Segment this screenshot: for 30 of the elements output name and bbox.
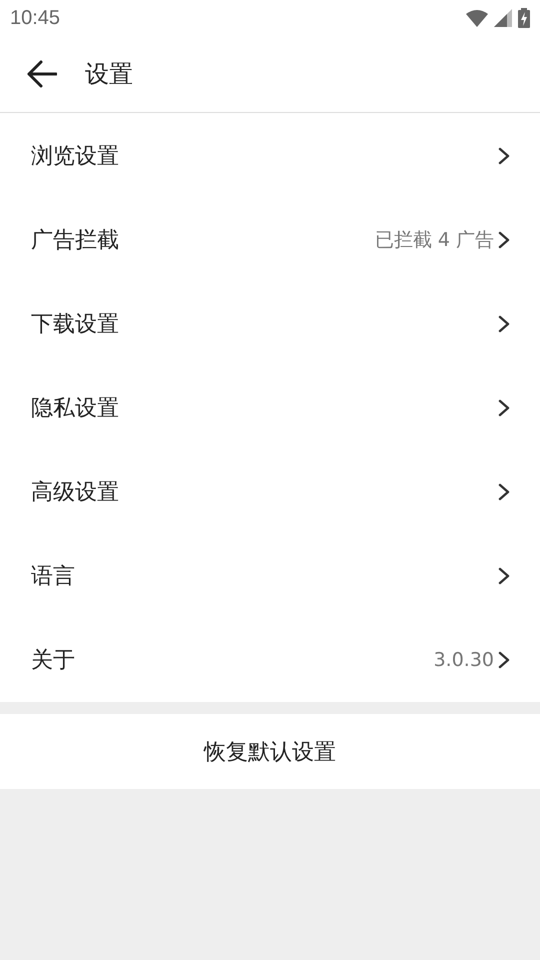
settings-row[interactable]: 广告拦截 已拦截 4 广告 (0, 198, 540, 282)
settings-row[interactable]: 高级设置 (0, 450, 540, 534)
settings-row[interactable]: 隐私设置 (0, 366, 540, 450)
chevron-right-icon (498, 315, 510, 333)
battery-charging-icon (518, 8, 530, 28)
signal-icon (494, 9, 512, 27)
settings-label: 关于 (31, 647, 75, 675)
chevron-right-icon (498, 483, 510, 501)
settings-label: 隐私设置 (31, 395, 119, 423)
wifi-icon (466, 9, 488, 27)
chevron-right-icon (498, 231, 510, 249)
settings-row[interactable]: 下载设置 (0, 282, 540, 366)
settings-label: 语言 (31, 563, 75, 591)
status-time: 10:45 (10, 6, 60, 30)
reset-button[interactable]: 恢复默认设置 (0, 714, 540, 789)
chevron-right-icon (498, 567, 510, 585)
back-arrow-icon[interactable] (27, 60, 57, 88)
settings-value: 已拦截 4 广告 (374, 228, 494, 253)
chevron-right-icon (498, 399, 510, 417)
chevron-right-icon (498, 147, 510, 165)
settings-label: 高级设置 (31, 479, 119, 507)
settings-value: 3.0.30 (434, 649, 494, 671)
settings-row[interactable]: 浏览设置 (0, 114, 540, 198)
settings-label: 下载设置 (31, 311, 119, 339)
page-title: 设置 (85, 59, 133, 90)
settings-row[interactable]: 语言 (0, 534, 540, 618)
settings-row[interactable]: 关于 3.0.30 (0, 618, 540, 702)
chevron-right-icon (498, 651, 510, 669)
settings-label: 广告拦截 (31, 227, 119, 255)
settings-label: 浏览设置 (31, 143, 119, 171)
